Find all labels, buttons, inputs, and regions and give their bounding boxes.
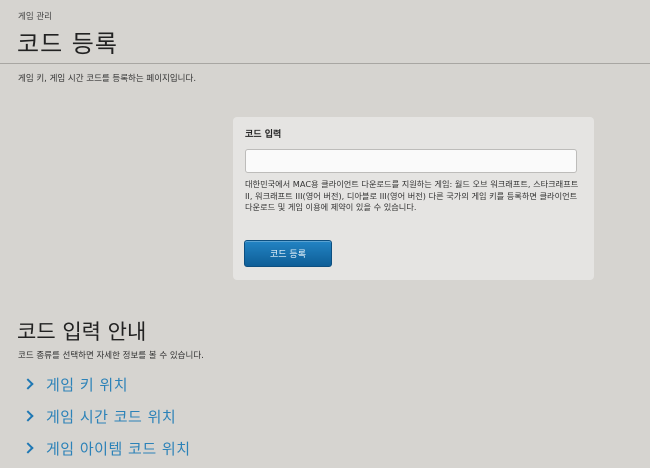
guide-description: 코드 종류를 선택하면 자세한 정보를 볼 수 있습니다. [18, 351, 204, 361]
code-entry-panel: 코드 입력 대한민국에서 MAC용 클라이언트 다운로드를 지원하는 게임: 월… [233, 117, 594, 280]
code-input[interactable] [245, 149, 577, 173]
chevron-right-icon [22, 378, 34, 390]
platform-notice: 대한민국에서 MAC용 클라이언트 다운로드를 지원하는 게임: 월드 오브 워… [245, 179, 579, 212]
title-divider [0, 63, 650, 64]
chevron-right-icon [22, 442, 34, 454]
guide-item-game-key[interactable]: 게임 키 위치 [22, 368, 191, 400]
guide-heading: 코드 입력 안내 [17, 320, 147, 344]
guide-link-label[interactable]: 게임 아이템 코드 위치 [46, 438, 191, 459]
page-title: 코드 등록 [17, 30, 118, 58]
code-location-list: 게임 키 위치 게임 시간 코드 위치 게임 아이템 코드 위치 [22, 368, 191, 464]
code-input-label: 코드 입력 [245, 130, 282, 140]
page-description: 게임 키, 게임 시간 코드를 등록하는 페이지입니다. [18, 74, 197, 84]
guide-item-game-time-code[interactable]: 게임 시간 코드 위치 [22, 400, 191, 432]
guide-link-label[interactable]: 게임 키 위치 [46, 374, 128, 395]
chevron-right-icon [22, 410, 34, 422]
guide-item-game-item-code[interactable]: 게임 아이템 코드 위치 [22, 432, 191, 464]
guide-link-label[interactable]: 게임 시간 코드 위치 [46, 406, 176, 427]
register-code-button[interactable]: 코드 등록 [244, 240, 332, 267]
breadcrumb[interactable]: 게임 관리 [18, 10, 52, 22]
